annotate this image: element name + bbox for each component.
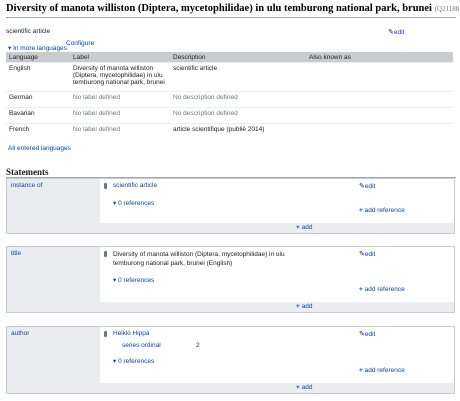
references-toggle[interactable]: ▾ 0 references — [113, 357, 154, 365]
all-entered-languages-link[interactable]: All entered languages — [8, 145, 71, 152]
add-value-button[interactable]: + add — [296, 224, 312, 231]
statement-group-title: title Diversity of manota williston (Dip… — [6, 246, 455, 313]
qualifier-value: 2 — [196, 342, 200, 349]
description-cell: scientific article — [170, 62, 306, 92]
add-reference-button[interactable]: + add reference — [359, 207, 405, 214]
page-title: Diversity of manota williston (Diptera, … — [6, 3, 460, 18]
statement-value[interactable]: Diversity of manota williston (Diptera, … — [113, 250, 288, 268]
language-cell: French — [6, 123, 70, 140]
table-row: English Diversity of manota williston (D… — [6, 62, 453, 92]
in-more-languages-toggle[interactable]: ▾ In more languages — [8, 44, 67, 52]
edit-statement-button[interactable]: ✎edit — [359, 330, 375, 338]
page-title-text: Diversity of manota williston (Diptera, … — [6, 3, 432, 14]
language-cell: English — [6, 62, 70, 92]
add-reference-button[interactable]: + add reference — [359, 286, 405, 293]
language-cell: Bavarian — [6, 107, 70, 124]
statement-value[interactable]: Heikki Hippa — [113, 330, 150, 337]
rank-icon[interactable] — [104, 251, 107, 257]
add-value-bar: + add — [7, 223, 454, 233]
aliases-cell — [306, 62, 453, 92]
item-id: (Q21188431) — [434, 5, 460, 13]
add-value-bar: + add — [7, 302, 454, 312]
edit-terms-button[interactable]: ✎edit — [388, 28, 404, 36]
table-row: Bavarian No label defined No description… — [6, 107, 453, 124]
add-reference-button[interactable]: + add reference — [359, 367, 405, 374]
rank-icon[interactable] — [104, 331, 107, 337]
statement-value[interactable]: scientific article — [113, 182, 157, 189]
add-value-bar: + add — [7, 383, 454, 393]
references-toggle[interactable]: ▾ 0 references — [113, 199, 154, 207]
add-value-button[interactable]: + add — [296, 384, 312, 391]
terms-header-row: Language Label Description Also known as — [6, 52, 453, 63]
language-cell: German — [6, 91, 70, 108]
edit-statement-button[interactable]: ✎edit — [359, 182, 375, 190]
qualifier-property[interactable]: series ordinal — [122, 342, 161, 349]
label-cell: No label defined — [70, 91, 170, 108]
label-cell: No label defined — [70, 123, 170, 140]
description-cell: No description defined — [170, 107, 306, 124]
edit-statement-button[interactable]: ✎edit — [359, 250, 375, 258]
column-header: Label — [70, 52, 170, 63]
label-cell: No label defined — [70, 107, 170, 124]
item-description: scientific article — [6, 28, 51, 35]
table-row: German No label defined No description d… — [6, 91, 453, 108]
statement-group-instance-of: instance of scientific article ✎edit ▾ 0… — [6, 178, 455, 234]
aliases-cell — [306, 123, 453, 140]
aliases-cell — [306, 91, 453, 108]
table-row: French No label defined article scientif… — [6, 123, 453, 140]
description-cell: article scientifique (publié 2014) — [170, 123, 306, 140]
configure-link[interactable]: Configure — [66, 40, 94, 47]
column-header: Also known as — [306, 52, 453, 63]
add-value-button[interactable]: + add — [296, 303, 312, 310]
description-cell: No description defined — [170, 91, 306, 108]
terms-table: Language Label Description Also known as… — [6, 52, 453, 140]
rank-icon[interactable] — [104, 183, 107, 189]
column-header: Language — [6, 52, 70, 63]
statements-heading: Statements — [6, 167, 456, 178]
label-cell: Diversity of manota williston (Diptera, … — [70, 62, 170, 92]
statement-group-author: author Heikki Hippa ✎edit series ordinal… — [6, 326, 455, 394]
aliases-cell — [306, 107, 453, 124]
column-header: Description — [170, 52, 306, 63]
references-toggle[interactable]: ▾ 0 references — [113, 276, 154, 284]
